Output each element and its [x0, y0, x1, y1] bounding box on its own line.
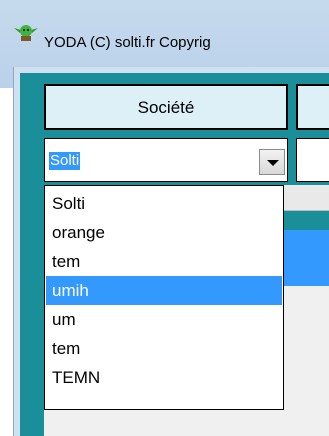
yoda-icon: [14, 25, 38, 41]
societe-combobox[interactable]: Solti: [44, 138, 288, 182]
dropdown-item[interactable]: tem: [46, 247, 282, 276]
combobox-dropdown-button[interactable]: [259, 149, 285, 175]
dropdown-item[interactable]: Solti: [46, 189, 282, 218]
next-field-input[interactable]: [296, 138, 329, 182]
dropdown-item-selected[interactable]: umih: [46, 276, 282, 305]
societe-dropdown-list[interactable]: Solti orange tem umih um tem TEMN: [44, 185, 284, 410]
dropdown-item[interactable]: tem: [46, 334, 282, 363]
dropdown-item[interactable]: um: [46, 305, 282, 334]
dropdown-item[interactable]: TEMN: [46, 363, 282, 392]
column-header-next: [296, 84, 329, 130]
chevron-down-icon: [267, 160, 279, 166]
combobox-value[interactable]: Solti: [49, 152, 81, 170]
column-header-label: Société: [137, 98, 195, 117]
column-header-societe: Société: [44, 84, 288, 130]
dropdown-item[interactable]: orange: [46, 218, 282, 247]
window-title: YODA (C) solti.fr Copyrig: [44, 34, 211, 51]
